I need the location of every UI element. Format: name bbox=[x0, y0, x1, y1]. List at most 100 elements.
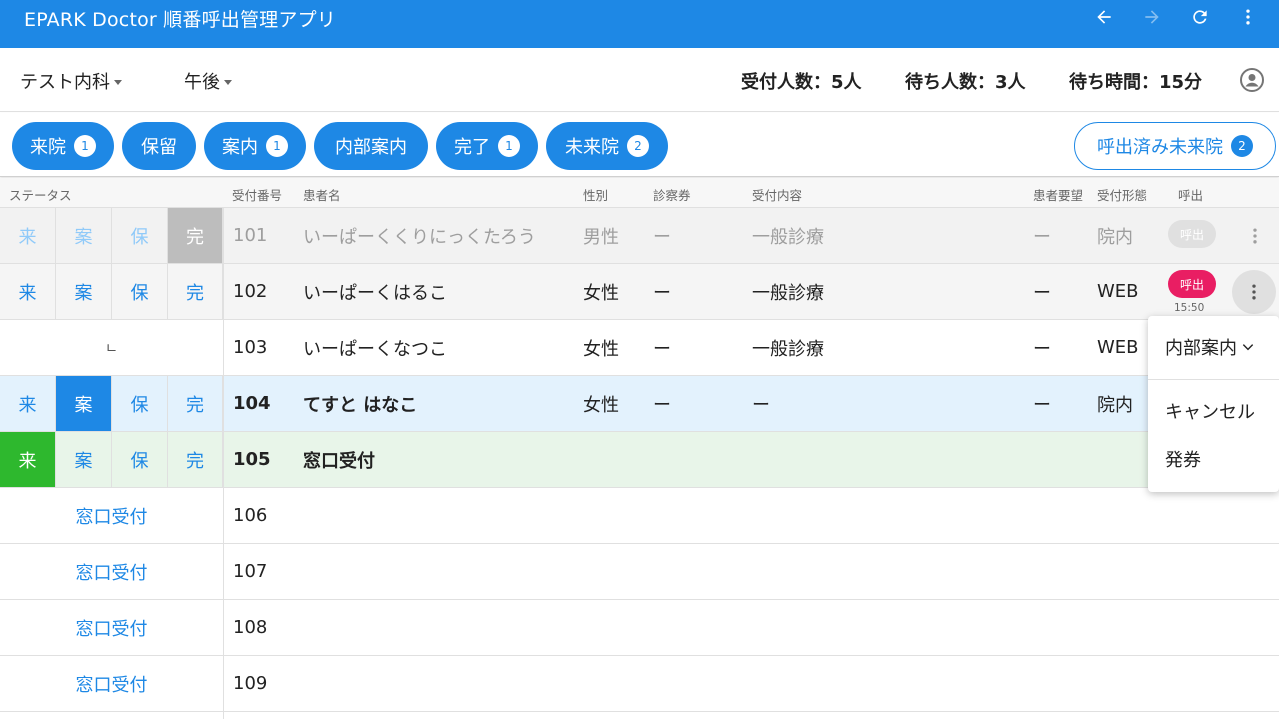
col-content: 受付内容 bbox=[752, 188, 803, 203]
status-hold-button[interactable]: 保 bbox=[112, 432, 168, 487]
patient-request: ー bbox=[1033, 338, 1051, 360]
tab-internal-guide[interactable]: 内部案内 bbox=[314, 122, 428, 170]
table-row: 窓口受付 108 bbox=[0, 600, 1279, 656]
tab-done[interactable]: 完了 1 bbox=[436, 122, 538, 170]
tab-visited[interactable]: 来院 1 bbox=[12, 122, 114, 170]
column-divider bbox=[223, 488, 224, 544]
reception-content: 一般診療 bbox=[752, 226, 824, 248]
status-done-button[interactable]: 完 bbox=[168, 432, 223, 487]
department-dropdown[interactable]: テスト内科 bbox=[20, 68, 122, 94]
tab-called-not-visited[interactable]: 呼出済み未来院 2 bbox=[1074, 122, 1276, 170]
call-button[interactable]: 呼出 bbox=[1168, 270, 1216, 298]
tab-label: 内部案内 bbox=[335, 137, 407, 158]
ticket: ー bbox=[653, 282, 671, 304]
tab-label: 案内 bbox=[222, 137, 258, 158]
waiting-count: 待ち人数：3人 bbox=[905, 72, 1026, 93]
more-vert-icon[interactable] bbox=[1241, 222, 1269, 250]
column-divider bbox=[223, 208, 224, 264]
chevron-down-icon bbox=[1242, 344, 1254, 351]
table-header: ステータス 受付番号 患者名 性別 診察券 受付内容 患者要望 受付形態 呼出 bbox=[0, 178, 1279, 208]
patient-request: ー bbox=[1033, 226, 1051, 248]
reception-content: ー bbox=[752, 394, 770, 416]
count-badge: 1 bbox=[74, 135, 96, 157]
status-hold-button[interactable]: 保 bbox=[112, 264, 168, 319]
app-title: EPARK Doctor 順番呼出管理アプリ bbox=[24, 9, 336, 31]
col-type: 受付形態 bbox=[1097, 188, 1148, 203]
call-button[interactable]: 呼出 bbox=[1168, 220, 1216, 248]
reception-count: 受付人数：5人 bbox=[741, 72, 862, 93]
menu-item-cancel[interactable]: キャンセル bbox=[1165, 398, 1255, 424]
table-row: 窓口受付 107 bbox=[0, 544, 1279, 600]
column-divider bbox=[223, 264, 224, 320]
refresh-icon[interactable] bbox=[1186, 4, 1214, 30]
column-divider bbox=[223, 432, 224, 488]
patient-request: ー bbox=[1033, 282, 1051, 304]
reception-number: 105 bbox=[233, 449, 271, 470]
more-vert-icon[interactable] bbox=[1232, 270, 1276, 314]
count-badge: 1 bbox=[266, 135, 288, 157]
reception-content: 一般診療 bbox=[752, 282, 824, 304]
column-divider bbox=[223, 712, 224, 719]
tab-label: 来院 bbox=[30, 137, 66, 158]
tab-label: 未来院 bbox=[565, 137, 619, 158]
tab-label: 完了 bbox=[454, 137, 490, 158]
status-hold-button[interactable]: 保 bbox=[112, 376, 168, 431]
table-row: 来 案 保 完 105 窓口受付 bbox=[0, 432, 1279, 488]
status-guide-button[interactable]: 案 bbox=[56, 376, 112, 431]
column-divider bbox=[223, 376, 224, 432]
back-arrow-icon[interactable] bbox=[1090, 4, 1118, 30]
caret-down-icon bbox=[224, 79, 232, 85]
ticket: ー bbox=[653, 338, 671, 360]
gender: 女性 bbox=[583, 282, 619, 304]
account-circle-icon[interactable] bbox=[1240, 68, 1264, 92]
department-label: テスト内科 bbox=[20, 72, 110, 93]
session-dropdown[interactable]: 午後 bbox=[184, 68, 232, 94]
patient-name: いーぱーくなつこ bbox=[303, 338, 447, 360]
status-visit-button[interactable]: 来 bbox=[0, 264, 56, 319]
menu-item-issue-ticket[interactable]: 発券 bbox=[1165, 446, 1201, 472]
gender: 女性 bbox=[583, 394, 619, 416]
status-guide-button[interactable]: 案 bbox=[56, 264, 112, 319]
table-row: 来 案 保 完 101 いーぱーくくりにっくたろう 男性 ー 一般診療 ー 院内… bbox=[0, 208, 1279, 264]
reception-type: WEB bbox=[1097, 337, 1139, 358]
tab-label: 呼出済み未来院 bbox=[1097, 137, 1223, 158]
reception-number: 107 bbox=[233, 561, 268, 582]
col-ticket: 診察券 bbox=[653, 188, 691, 203]
status-visit-button[interactable]: 来 bbox=[0, 208, 56, 263]
count-badge: 1 bbox=[498, 135, 520, 157]
tab-guide[interactable]: 案内 1 bbox=[204, 122, 306, 170]
status-guide-button[interactable]: 案 bbox=[56, 432, 112, 487]
patient-name: いーぱーくくりにっくたろう bbox=[303, 226, 536, 248]
counter-reception-button[interactable]: 窓口受付 bbox=[0, 600, 223, 655]
table-row: 窓口受付 109 bbox=[0, 656, 1279, 712]
table-row: 来 案 保 完 104 てすと はなこ 女性 ー ー ー 院内 bbox=[0, 376, 1279, 432]
reception-type: WEB bbox=[1097, 281, 1139, 302]
patient-name: いーぱーくはるこ bbox=[303, 282, 447, 304]
col-gender: 性別 bbox=[583, 188, 609, 203]
more-vert-icon[interactable] bbox=[1234, 4, 1262, 30]
gender: 女性 bbox=[583, 338, 619, 360]
reception-content: 一般診療 bbox=[752, 338, 824, 360]
tab-label: 保留 bbox=[141, 137, 177, 158]
status-hold-button[interactable]: 保 bbox=[112, 208, 168, 263]
tab-not-visited[interactable]: 未来院 2 bbox=[546, 122, 668, 170]
status-visit-button[interactable]: 来 bbox=[0, 376, 56, 431]
column-divider bbox=[223, 600, 224, 656]
status-visit-button[interactable]: 来 bbox=[0, 432, 56, 487]
tab-hold[interactable]: 保留 bbox=[122, 122, 196, 170]
counter-reception-button[interactable]: 窓口受付 bbox=[0, 544, 223, 599]
gender: 男性 bbox=[583, 226, 619, 248]
status-done-button[interactable]: 完 bbox=[168, 376, 223, 431]
counter-reception-button[interactable]: 窓口受付 bbox=[0, 656, 223, 711]
count-badge: 2 bbox=[627, 135, 649, 157]
table-row: ㄴ 103 いーぱーくなつこ 女性 ー 一般診療 ー WEB bbox=[0, 320, 1279, 376]
status-done-button[interactable]: 完 bbox=[168, 208, 223, 263]
col-request: 患者要望 bbox=[1033, 188, 1084, 203]
reception-number: 101 bbox=[233, 225, 268, 246]
status-done-button[interactable]: 完 bbox=[168, 264, 223, 319]
forward-arrow-icon[interactable] bbox=[1138, 4, 1166, 30]
counter-reception-button[interactable]: 窓口受付 bbox=[0, 488, 223, 543]
menu-item-internal-guide[interactable]: 内部案内 bbox=[1165, 334, 1255, 360]
col-name: 患者名 bbox=[303, 188, 341, 203]
status-guide-button[interactable]: 案 bbox=[56, 208, 112, 263]
